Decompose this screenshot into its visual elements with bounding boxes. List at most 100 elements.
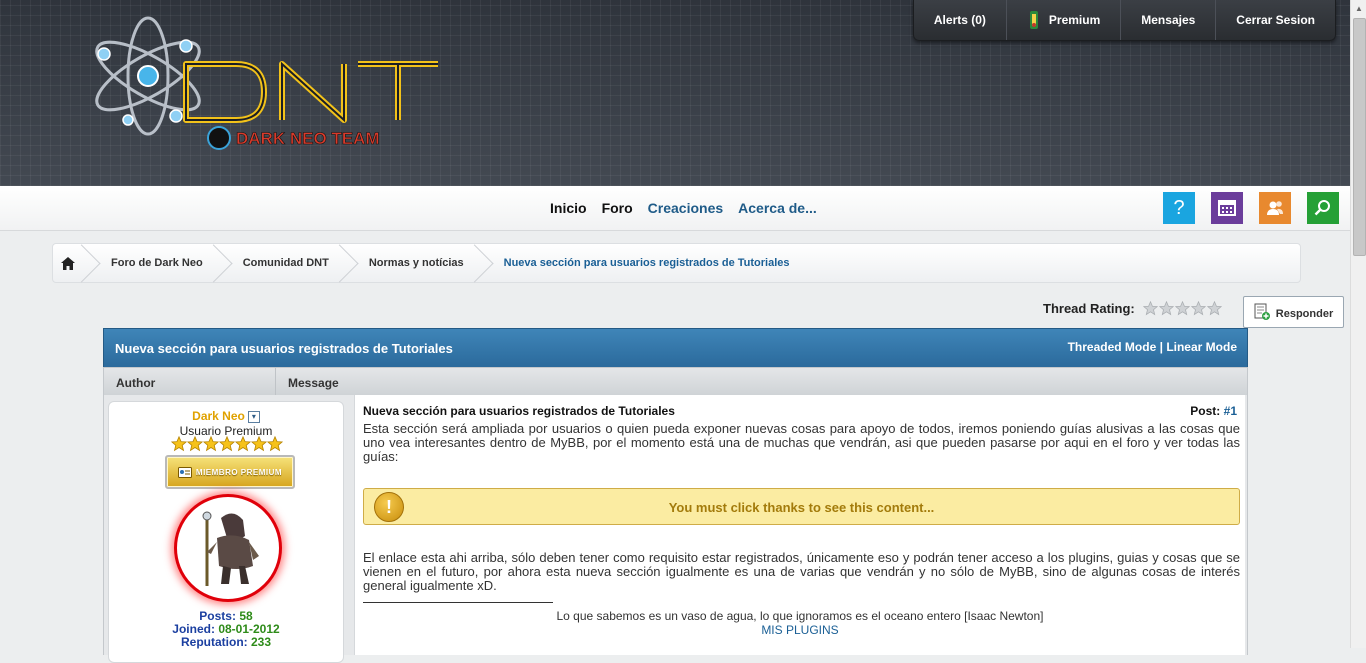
premium-label: Premium: [1048, 13, 1101, 27]
members-button[interactable]: [1259, 192, 1291, 224]
post-paragraph: Esta sección será ampliada por usuarios …: [363, 421, 1240, 464]
author-name-row: Dark Neo ▾: [109, 409, 343, 423]
rating-stars[interactable]: [1142, 301, 1222, 316]
site-logo[interactable]: DARK NEO TEAM: [86, 16, 446, 156]
breadcrumb-item[interactable]: Normas y notícias: [347, 244, 482, 282]
rating-label: Thread Rating:: [1043, 301, 1135, 316]
nav-icon-buttons: ?: [1163, 192, 1339, 224]
joined-value: 08-01-2012: [218, 622, 280, 636]
signature-plugins-link[interactable]: MIS PLUGINS: [355, 623, 1245, 637]
linear-mode-link[interactable]: Linear Mode: [1166, 340, 1237, 354]
joined-label: Joined:: [172, 622, 215, 636]
post-content: Nueva sección para usuarios registrados …: [354, 395, 1245, 655]
reply-button[interactable]: Responder: [1243, 296, 1344, 328]
reputation-value[interactable]: 233: [251, 635, 271, 649]
message-column-header: Message: [288, 376, 339, 390]
id-card-icon: [177, 466, 192, 478]
breadcrumb-home[interactable]: [53, 244, 89, 282]
page-scrollbar[interactable]: ▲: [1350, 0, 1366, 648]
post-row: Dark Neo ▾ Usuario Premium MIEMBRO PREMIU…: [103, 395, 1248, 663]
threaded-mode-link[interactable]: Threaded Mode: [1068, 340, 1157, 354]
user-star-icon: [187, 436, 203, 452]
author-dropdown-icon[interactable]: ▾: [247, 410, 260, 423]
posts-label: Posts:: [199, 609, 236, 623]
breadcrumb: Foro de Dark Neo Comunidad DNT Normas y …: [52, 243, 1301, 283]
scroll-up-arrow-icon[interactable]: ▲: [1351, 0, 1366, 16]
breadcrumb-label: Comunidad DNT: [242, 257, 329, 269]
new-reply-icon: [1254, 303, 1270, 320]
breadcrumb-item[interactable]: Foro de Dark Neo: [89, 244, 221, 282]
post-label: Post:: [1190, 404, 1221, 418]
alerts-label: Alerts (0): [933, 13, 986, 27]
post-number-link[interactable]: #1: [1224, 404, 1237, 418]
atom-logo-icon: DARK NEO TEAM: [95, 16, 438, 150]
nav-foro[interactable]: Foro: [602, 200, 633, 216]
premium-member-badge: MIEMBRO PREMIUM: [165, 455, 295, 489]
author-joined: Joined: 08-01-2012: [109, 622, 343, 636]
breadcrumb-item[interactable]: Comunidad DNT: [221, 244, 347, 282]
search-button[interactable]: [1307, 192, 1339, 224]
thread-title: Nueva sección para usuarios registrados …: [115, 341, 453, 356]
rating-star-icon[interactable]: [1158, 301, 1174, 316]
alerts-button[interactable]: Alerts (0): [914, 0, 1006, 40]
rating-star-icon[interactable]: [1190, 301, 1206, 316]
post-paragraph: El enlace esta ahi arriba, sólo deben te…: [363, 550, 1240, 593]
mode-separator: |: [1159, 340, 1163, 354]
author-posts: Posts: 58: [109, 609, 343, 623]
user-topbar: Alerts (0) Premium Mensajes Cerrar Sesio…: [912, 0, 1336, 41]
site-header: DARK NEO TEAM Alerts (0) Premium Mensaje…: [0, 0, 1350, 186]
rating-star-icon[interactable]: [1142, 301, 1158, 316]
search-icon: [1314, 200, 1330, 216]
post-number-label: Post: #1: [1190, 404, 1237, 418]
home-icon: [61, 256, 75, 270]
nav-inicio[interactable]: Inicio: [550, 200, 587, 216]
user-star-icon: [171, 436, 187, 452]
rating-star-icon[interactable]: [1174, 301, 1190, 316]
author-reputation: Reputation: 233: [109, 635, 343, 649]
badge-label: MIEMBRO PREMIUM: [195, 467, 283, 477]
breadcrumb-label: Foro de Dark Neo: [111, 257, 203, 269]
hidden-content-text: You must click thanks to see this conten…: [668, 500, 935, 515]
signature-divider: [363, 602, 553, 603]
column-header: Author Message: [103, 367, 1248, 396]
breadcrumb-label: Nueva sección para usuarios registrados …: [503, 257, 790, 269]
author-stars: [171, 436, 283, 452]
messages-button[interactable]: Mensajes: [1120, 0, 1215, 40]
user-star-icon: [235, 436, 251, 452]
thread-rating: Thread Rating:: [1043, 301, 1222, 316]
nav-acerca[interactable]: Acerca de...: [738, 200, 817, 216]
help-icon: ?: [1173, 196, 1185, 219]
thread-header: Nueva sección para usuarios registrados …: [103, 328, 1248, 368]
reply-label: Responder: [1275, 308, 1334, 320]
calendar-button[interactable]: [1211, 192, 1243, 224]
nav-creaciones[interactable]: Creaciones: [648, 200, 723, 216]
author-column-header: Author: [116, 376, 156, 390]
nav-links: Inicio Foro Creaciones Acerca de...: [550, 200, 817, 216]
posts-value[interactable]: 58: [239, 609, 252, 623]
premium-icon: [1029, 11, 1038, 29]
scrollbar-thumb[interactable]: [1353, 18, 1366, 256]
user-star-icon: [267, 436, 283, 452]
breadcrumb-current: Nueva sección para usuarios registrados …: [482, 244, 808, 282]
premium-button[interactable]: Premium: [1005, 0, 1120, 40]
author-panel: Dark Neo ▾ Usuario Premium MIEMBRO PREMIU…: [108, 401, 344, 663]
main-navbar: Inicio Foro Creaciones Acerca de... ?: [0, 186, 1350, 231]
logout-label: Cerrar Sesion: [1236, 13, 1315, 27]
hidden-content-notice: ! You must click thanks to see this cont…: [363, 488, 1240, 525]
avatar[interactable]: [174, 494, 282, 602]
help-button[interactable]: ?: [1163, 192, 1195, 224]
post-title: Nueva sección para usuarios registrados …: [363, 404, 675, 418]
reputation-label: Reputation:: [180, 635, 248, 649]
calendar-icon: [1218, 200, 1236, 216]
members-icon: [1267, 201, 1283, 215]
author-name[interactable]: Dark Neo: [192, 409, 245, 423]
svg-text:DARK NEO TEAM: DARK NEO TEAM: [236, 129, 380, 148]
breadcrumb-label: Normas y notícias: [368, 257, 464, 269]
rating-star-icon[interactable]: [1206, 301, 1222, 316]
thread-modes: Threaded Mode | Linear Mode: [1068, 340, 1237, 354]
logout-button[interactable]: Cerrar Sesion: [1215, 0, 1335, 40]
column-divider: [275, 368, 276, 395]
messages-label: Mensajes: [1141, 13, 1196, 27]
user-star-icon: [203, 436, 219, 452]
user-star-icon: [251, 436, 267, 452]
